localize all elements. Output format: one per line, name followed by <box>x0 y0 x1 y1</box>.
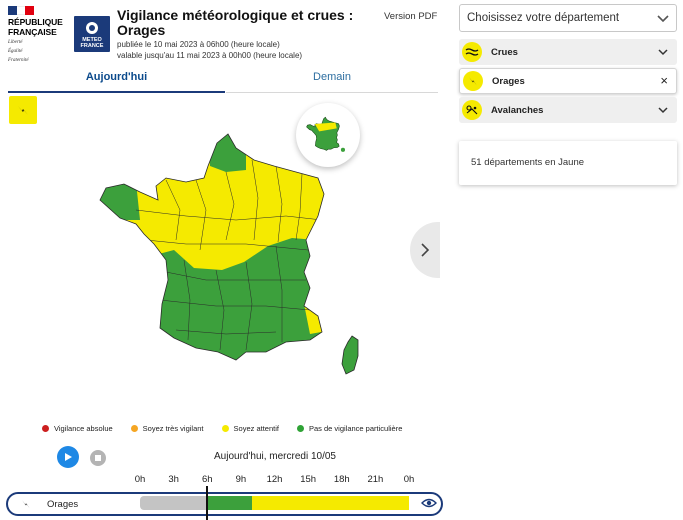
play-icon <box>65 453 72 461</box>
meteo-france-logo[interactable]: METEO FRANCE <box>74 16 110 52</box>
mini-france-map-icon <box>306 116 346 152</box>
timeline-segment-yellow <box>252 496 409 510</box>
timeline-title: Aujourd'hui, mercredi 10/05 <box>214 451 336 462</box>
timeline-hour-label: 21h <box>367 474 384 485</box>
published-date: publiée le 10 mai 2023 à 06h00 (heure lo… <box>117 40 280 49</box>
stop-icon <box>95 455 101 461</box>
republic-title-line1: RÉPUBLIQUE <box>8 17 63 27</box>
mini-map-overview[interactable] <box>296 103 360 167</box>
department-count-card: 51 départements en Jaune <box>459 141 677 185</box>
timeline-hour-label: 0h <box>134 474 146 485</box>
legend-item-very-vigilant: Soyez très vigilant <box>130 424 204 433</box>
phenomenon-crues[interactable]: Crues <box>459 39 677 65</box>
tab-tomorrow[interactable]: Demain <box>226 71 438 93</box>
eye-icon[interactable] <box>421 497 437 509</box>
lightning-icon <box>22 500 30 509</box>
timeline-current-time-cursor[interactable] <box>206 486 209 520</box>
phenomenon-avalanches[interactable]: Avalanches <box>459 97 677 123</box>
timeline-hour-label: 6h <box>201 474 213 485</box>
meteo-france-mark-icon <box>86 22 98 34</box>
republique-francaise-logo: RÉPUBLIQUE FRANÇAISE Liberté Égalité Fra… <box>8 6 70 64</box>
legend-label: Soyez attentif <box>233 424 279 433</box>
lightning-icon <box>18 106 28 115</box>
republic-title-line2: FRANÇAISE <box>8 27 57 37</box>
legend-item-absolute: Vigilance absolue <box>42 424 113 433</box>
phenomenon-orages[interactable]: Orages × <box>459 68 677 94</box>
pdf-version-link[interactable]: Version PDF <box>384 11 437 22</box>
map-next-button[interactable] <box>410 222 440 278</box>
department-select-placeholder: Choisissez votre département <box>467 12 620 24</box>
department-count-text: 51 départements en Jaune <box>471 157 585 168</box>
phenomenon-label: Avalanches <box>491 104 544 116</box>
timeline-hour-label: 3h <box>168 474 179 485</box>
motto-egalite: Égalité <box>8 49 23 54</box>
timeline-segment-past <box>140 496 208 510</box>
timeline-segment-green <box>207 496 253 510</box>
play-button[interactable] <box>57 446 79 468</box>
legend-label: Pas de vigilance particulière <box>308 424 403 433</box>
page-title: Vigilance météorologique et crues : Orag… <box>117 7 354 38</box>
orange-dot-icon <box>130 425 138 432</box>
close-icon[interactable]: × <box>660 73 668 88</box>
lightning-icon <box>463 71 483 91</box>
meteo-logo-text-2: FRANCE <box>80 43 104 49</box>
stop-button[interactable] <box>90 450 106 466</box>
timeline-hour-label: 9h <box>235 474 247 485</box>
storm-phenomenon-badge <box>9 96 37 124</box>
legend-item-no-vigilance: Pas de vigilance particulière <box>296 424 403 433</box>
waves-icon <box>462 42 482 62</box>
chevron-down-icon <box>658 49 668 56</box>
chevron-right-icon <box>421 243 430 257</box>
timeline-row-label: Orages <box>47 499 79 510</box>
legend-item-attentive: Soyez attentif <box>221 424 279 433</box>
motto-fraternite: Fraternité <box>8 58 29 63</box>
tab-today[interactable]: Aujourd'hui <box>8 71 225 93</box>
legend-label: Soyez très vigilant <box>142 424 204 433</box>
phenomenon-label: Crues <box>491 46 518 58</box>
france-vigilance-map[interactable] <box>96 120 396 390</box>
timeline-hour-label: 18h <box>333 474 350 485</box>
avalanche-icon <box>462 100 482 120</box>
green-dot-icon <box>296 425 304 432</box>
vigilance-legend: Vigilance absolue Soyez très vigilant So… <box>42 424 420 433</box>
timeline-hour-label: 15h <box>300 474 317 485</box>
motto-liberte: Liberté <box>8 40 23 45</box>
red-dot-icon <box>42 425 49 432</box>
timeline-hour-label: 12h <box>266 474 283 485</box>
phenomenon-label: Orages <box>492 75 525 87</box>
legend-label: Vigilance absolue <box>54 424 113 433</box>
department-select[interactable]: Choisissez votre département <box>459 4 677 32</box>
chevron-down-icon <box>658 107 668 114</box>
yellow-dot-icon <box>221 425 229 432</box>
french-flag-icon <box>8 6 35 15</box>
chevron-down-icon <box>657 15 669 23</box>
valid-until-date: valable jusqu'au 11 mai 2023 à 00h00 (he… <box>117 51 303 60</box>
timeline-hour-label: 0h <box>403 474 415 485</box>
